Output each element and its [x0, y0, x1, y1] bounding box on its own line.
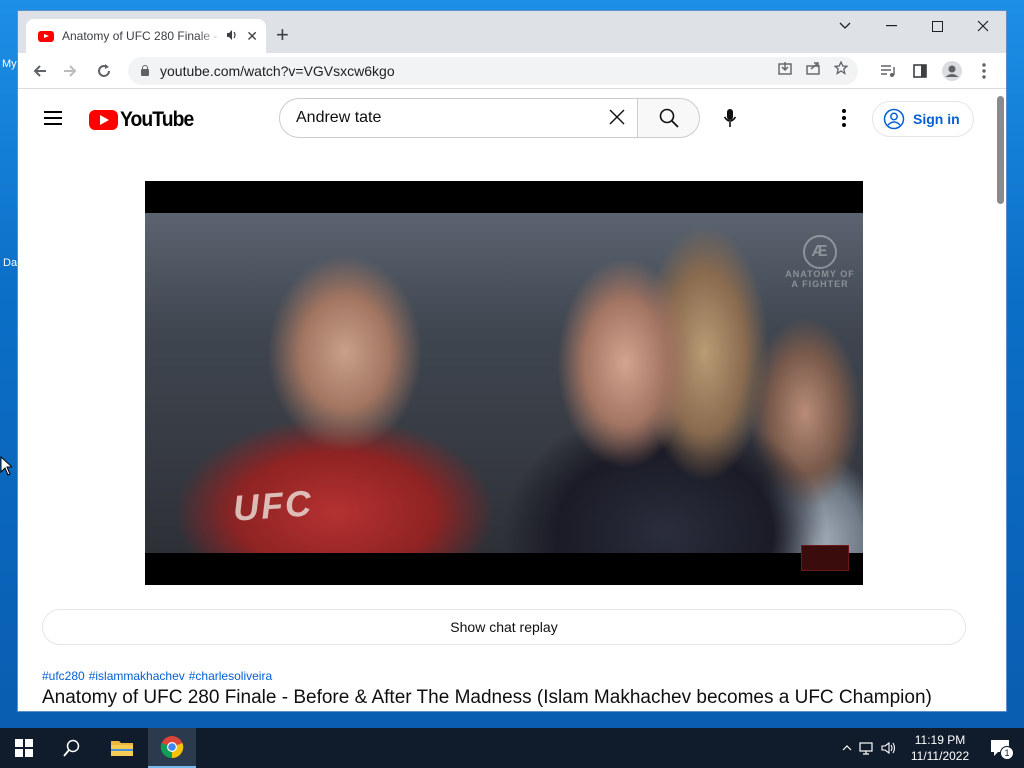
desktop-icon-label[interactable]: Da — [3, 257, 17, 269]
speaker-icon[interactable] — [226, 29, 238, 44]
address-bar[interactable]: youtube.com/watch?v=VGVsxcw6kgo — [128, 57, 858, 85]
notification-center-button[interactable]: 1 — [976, 728, 1024, 768]
clock-time: 11:19 PM — [914, 733, 966, 747]
youtube-play-icon — [89, 110, 118, 130]
lock-icon[interactable] — [140, 65, 150, 77]
start-button[interactable] — [0, 728, 48, 768]
hashtag-list: #ufc280 #islammakhachev #charlesoliveira — [42, 669, 272, 683]
search-icon — [659, 108, 679, 128]
search-taskbar-button[interactable] — [48, 728, 96, 768]
tab-title: Anatomy of UFC 280 Finale - Before & Aft… — [62, 29, 222, 43]
close-icon[interactable] — [960, 11, 1006, 41]
account-circle-icon — [883, 108, 905, 130]
minimize-icon[interactable] — [868, 11, 914, 41]
new-tab-button[interactable]: + — [276, 23, 289, 47]
show-chat-replay-button[interactable]: Show chat replay — [42, 609, 966, 645]
browser-tab[interactable]: Anatomy of UFC 280 Finale - Before & Aft… — [26, 19, 266, 53]
address-url: youtube.com/watch?v=VGVsxcw6kgo — [160, 63, 395, 79]
browser-toolbar: youtube.com/watch?v=VGVsxcw6kgo — [18, 53, 1006, 89]
taskbar: 11:19 PM 11/11/2022 1 — [0, 728, 1024, 768]
search-query: Andrew tate — [296, 109, 382, 126]
scrollbar-thumb[interactable] — [997, 96, 1004, 204]
youtube-logo-text: YouTube — [120, 108, 194, 131]
chevron-down-icon[interactable] — [822, 11, 868, 41]
chevron-up-icon[interactable] — [838, 745, 856, 751]
video-title: Anatomy of UFC 280 Finale - Before & Aft… — [42, 687, 932, 708]
notification-count-badge: 1 — [1000, 746, 1014, 760]
forward-icon[interactable] — [58, 59, 82, 83]
shirt-logo-text: UFC — [231, 482, 315, 529]
system-tray — [838, 728, 900, 768]
reload-icon[interactable] — [92, 59, 116, 83]
search-bar: Andrew tate — [279, 98, 700, 138]
media-queue-icon[interactable] — [876, 59, 900, 83]
hamburger-menu-icon[interactable] — [44, 110, 64, 126]
volume-icon[interactable] — [878, 741, 900, 755]
channel-watermark: Æ ANATOMY OF A FIGHTER — [785, 221, 855, 291]
desktop-icon-label[interactable]: My — [2, 58, 17, 70]
watermark-text: ANATOMY OF A FIGHTER — [785, 269, 855, 289]
system-clock[interactable]: 11:19 PM 11/11/2022 — [900, 732, 980, 764]
hashtag-link[interactable]: #ufc280 — [42, 669, 85, 683]
chrome-icon — [160, 736, 184, 759]
voice-search-button[interactable] — [710, 98, 750, 138]
chrome-taskbar-button[interactable] — [148, 728, 196, 768]
video-player[interactable]: UFC Æ ANATOMY OF A FIGHTER — [145, 181, 863, 585]
tab-close-icon[interactable]: ✕ — [246, 28, 258, 45]
search-input[interactable]: Andrew tate — [279, 98, 638, 138]
back-icon[interactable] — [28, 59, 52, 83]
side-panel-icon[interactable] — [908, 59, 932, 83]
search-button[interactable] — [637, 98, 700, 138]
maximize-icon[interactable] — [914, 11, 960, 41]
clear-search-icon[interactable] — [597, 105, 637, 131]
network-icon[interactable] — [856, 741, 878, 755]
hashtag-link[interactable]: #charlesoliveira — [189, 669, 272, 683]
file-explorer-button[interactable] — [98, 728, 146, 768]
bookmark-star-icon[interactable] — [833, 60, 849, 78]
windows-logo-icon — [15, 739, 33, 757]
install-icon[interactable] — [778, 61, 792, 78]
browser-window: Anatomy of UFC 280 Finale - Before & Aft… — [18, 11, 1006, 711]
microphone-icon — [723, 109, 737, 127]
youtube-favicon-icon — [38, 30, 54, 42]
more-options-icon[interactable] — [832, 106, 856, 130]
mouse-cursor-icon — [0, 456, 12, 476]
youtube-page: YouTube Andrew tate Sign in UFC Æ ANATOM… — [18, 90, 1006, 711]
clock-date: 11/11/2022 — [910, 749, 970, 763]
share-icon[interactable] — [806, 61, 820, 78]
youtube-logo[interactable]: YouTube — [89, 108, 200, 132]
folder-icon — [111, 741, 133, 756]
page-scrollbar[interactable] — [994, 90, 1006, 711]
sign-in-button[interactable]: Sign in — [872, 101, 974, 137]
sign-in-label: Sign in — [913, 111, 960, 127]
search-icon — [63, 739, 80, 757]
hashtag-link[interactable]: #islammakhachev — [89, 669, 185, 683]
video-frame: UFC — [145, 213, 863, 553]
corner-badge — [801, 545, 849, 571]
tab-strip: Anatomy of UFC 280 Finale - Before & Aft… — [18, 11, 1006, 53]
menu-icon[interactable] — [972, 59, 996, 83]
watermark-emblem-icon: Æ — [803, 235, 837, 269]
profile-icon[interactable] — [940, 59, 964, 83]
